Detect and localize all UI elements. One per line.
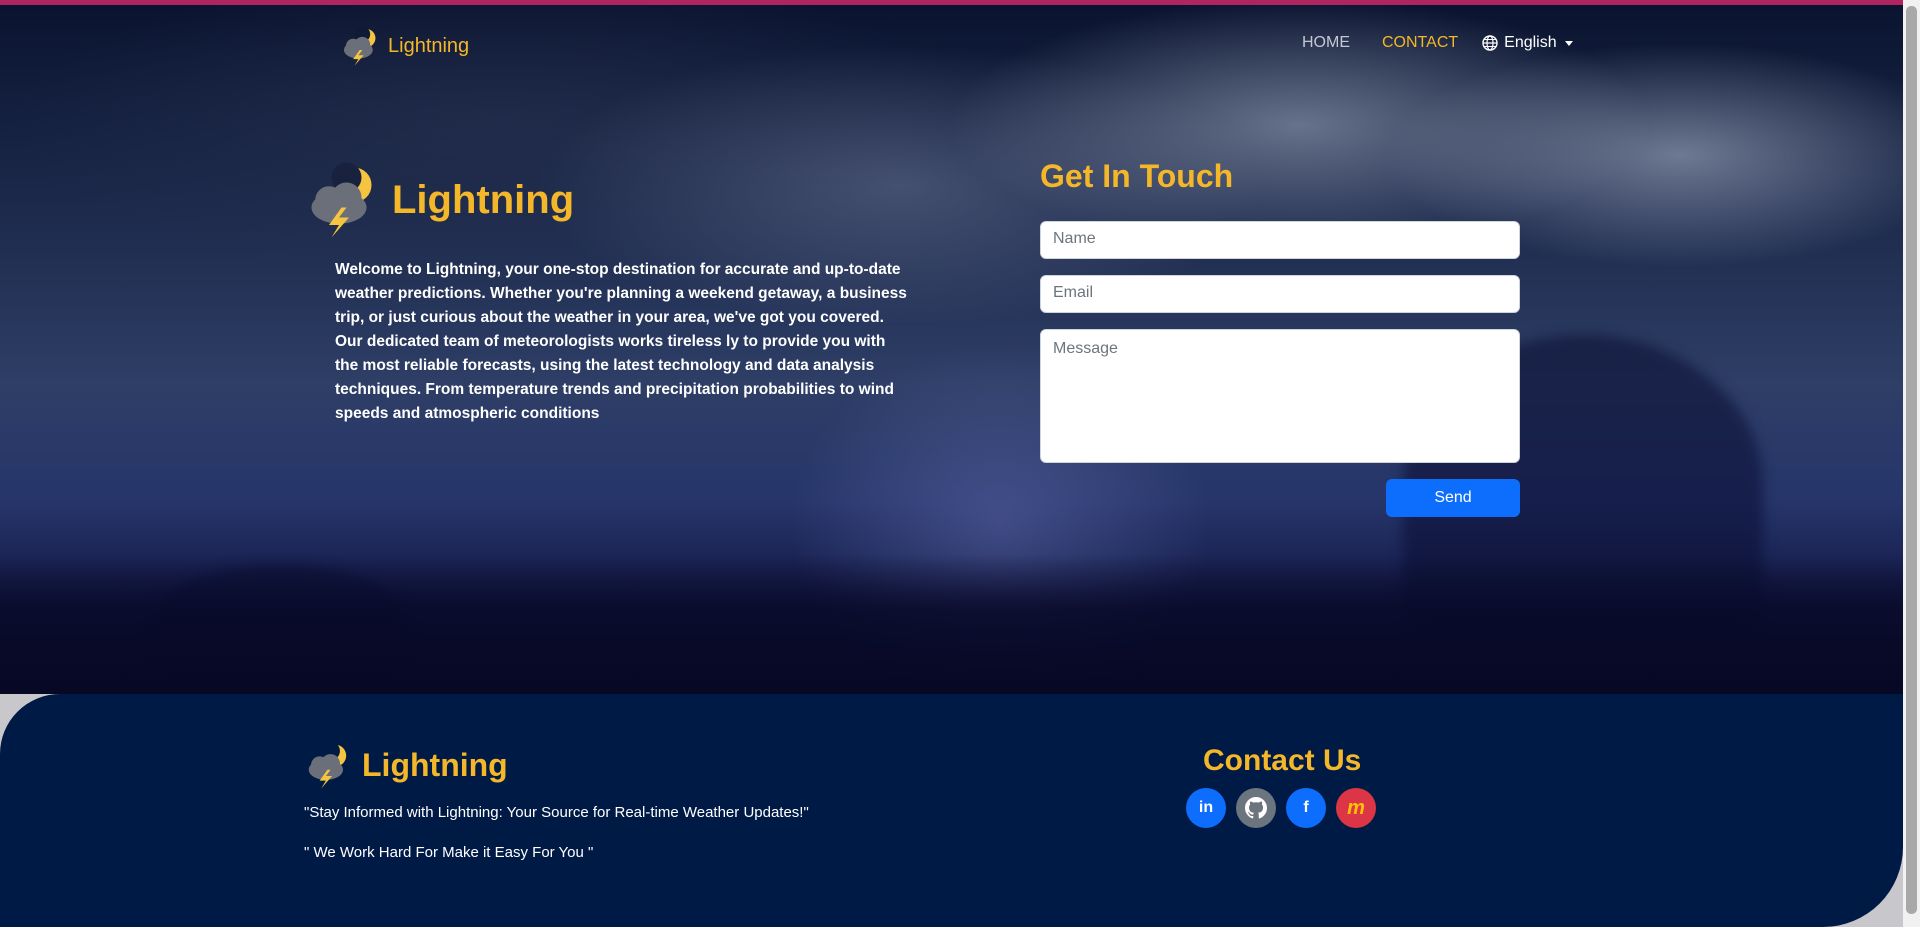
github-logo-icon — [1245, 797, 1267, 819]
brand-name: Lightning — [388, 34, 470, 57]
email-field[interactable] — [1040, 275, 1520, 313]
language-label: English — [1504, 34, 1557, 51]
page-scrollbar[interactable] — [1903, 0, 1920, 927]
name-field[interactable] — [1040, 221, 1520, 259]
footer-brand-name: Lightning — [362, 746, 508, 783]
main-nav: HOME CONTACT English — [1302, 34, 1573, 52]
github-icon[interactable] — [1236, 788, 1276, 828]
globe-icon — [1482, 35, 1498, 51]
footer: Lightning "Stay Informed with Lightning:… — [0, 694, 1903, 927]
chevron-down-icon — [1564, 40, 1573, 46]
top-accent-line — [0, 0, 1920, 5]
background-horizon — [0, 554, 1903, 694]
contact-us-title: Contact Us — [1203, 744, 1362, 777]
about-text: Welcome to Lightning, your one-stop dest… — [335, 261, 907, 422]
send-button[interactable]: Send — [1386, 479, 1520, 517]
facebook-icon[interactable]: f — [1286, 788, 1326, 828]
hero-section — [0, 5, 1903, 694]
hero-logo: Lightning — [304, 160, 574, 240]
footer-quote: "Stay Informed with Lightning: Your Sour… — [304, 804, 809, 821]
message-field[interactable] — [1040, 329, 1520, 463]
hero-title: Lightning — [392, 177, 575, 222]
scrollbar-thumb[interactable] — [1906, 6, 1917, 914]
nav-home-link[interactable]: HOME — [1302, 34, 1350, 52]
navbar-brand[interactable]: Lightning — [340, 25, 469, 67]
storm-logo-icon — [343, 26, 376, 66]
form-title: Get In Touch — [1040, 158, 1234, 194]
storm-logo-icon — [311, 162, 372, 238]
language-dropdown[interactable]: English — [1482, 34, 1573, 52]
footer-quote: " We Work Hard For Make it Easy For You … — [304, 844, 594, 861]
nav-contact-link[interactable]: CONTACT — [1382, 34, 1458, 52]
linkedin-icon[interactable]: in — [1186, 788, 1226, 828]
m-icon[interactable]: m — [1336, 788, 1376, 828]
footer-brand: Lightning — [304, 740, 508, 790]
social-links: in f m — [1186, 788, 1376, 828]
storm-logo-icon — [308, 741, 347, 789]
